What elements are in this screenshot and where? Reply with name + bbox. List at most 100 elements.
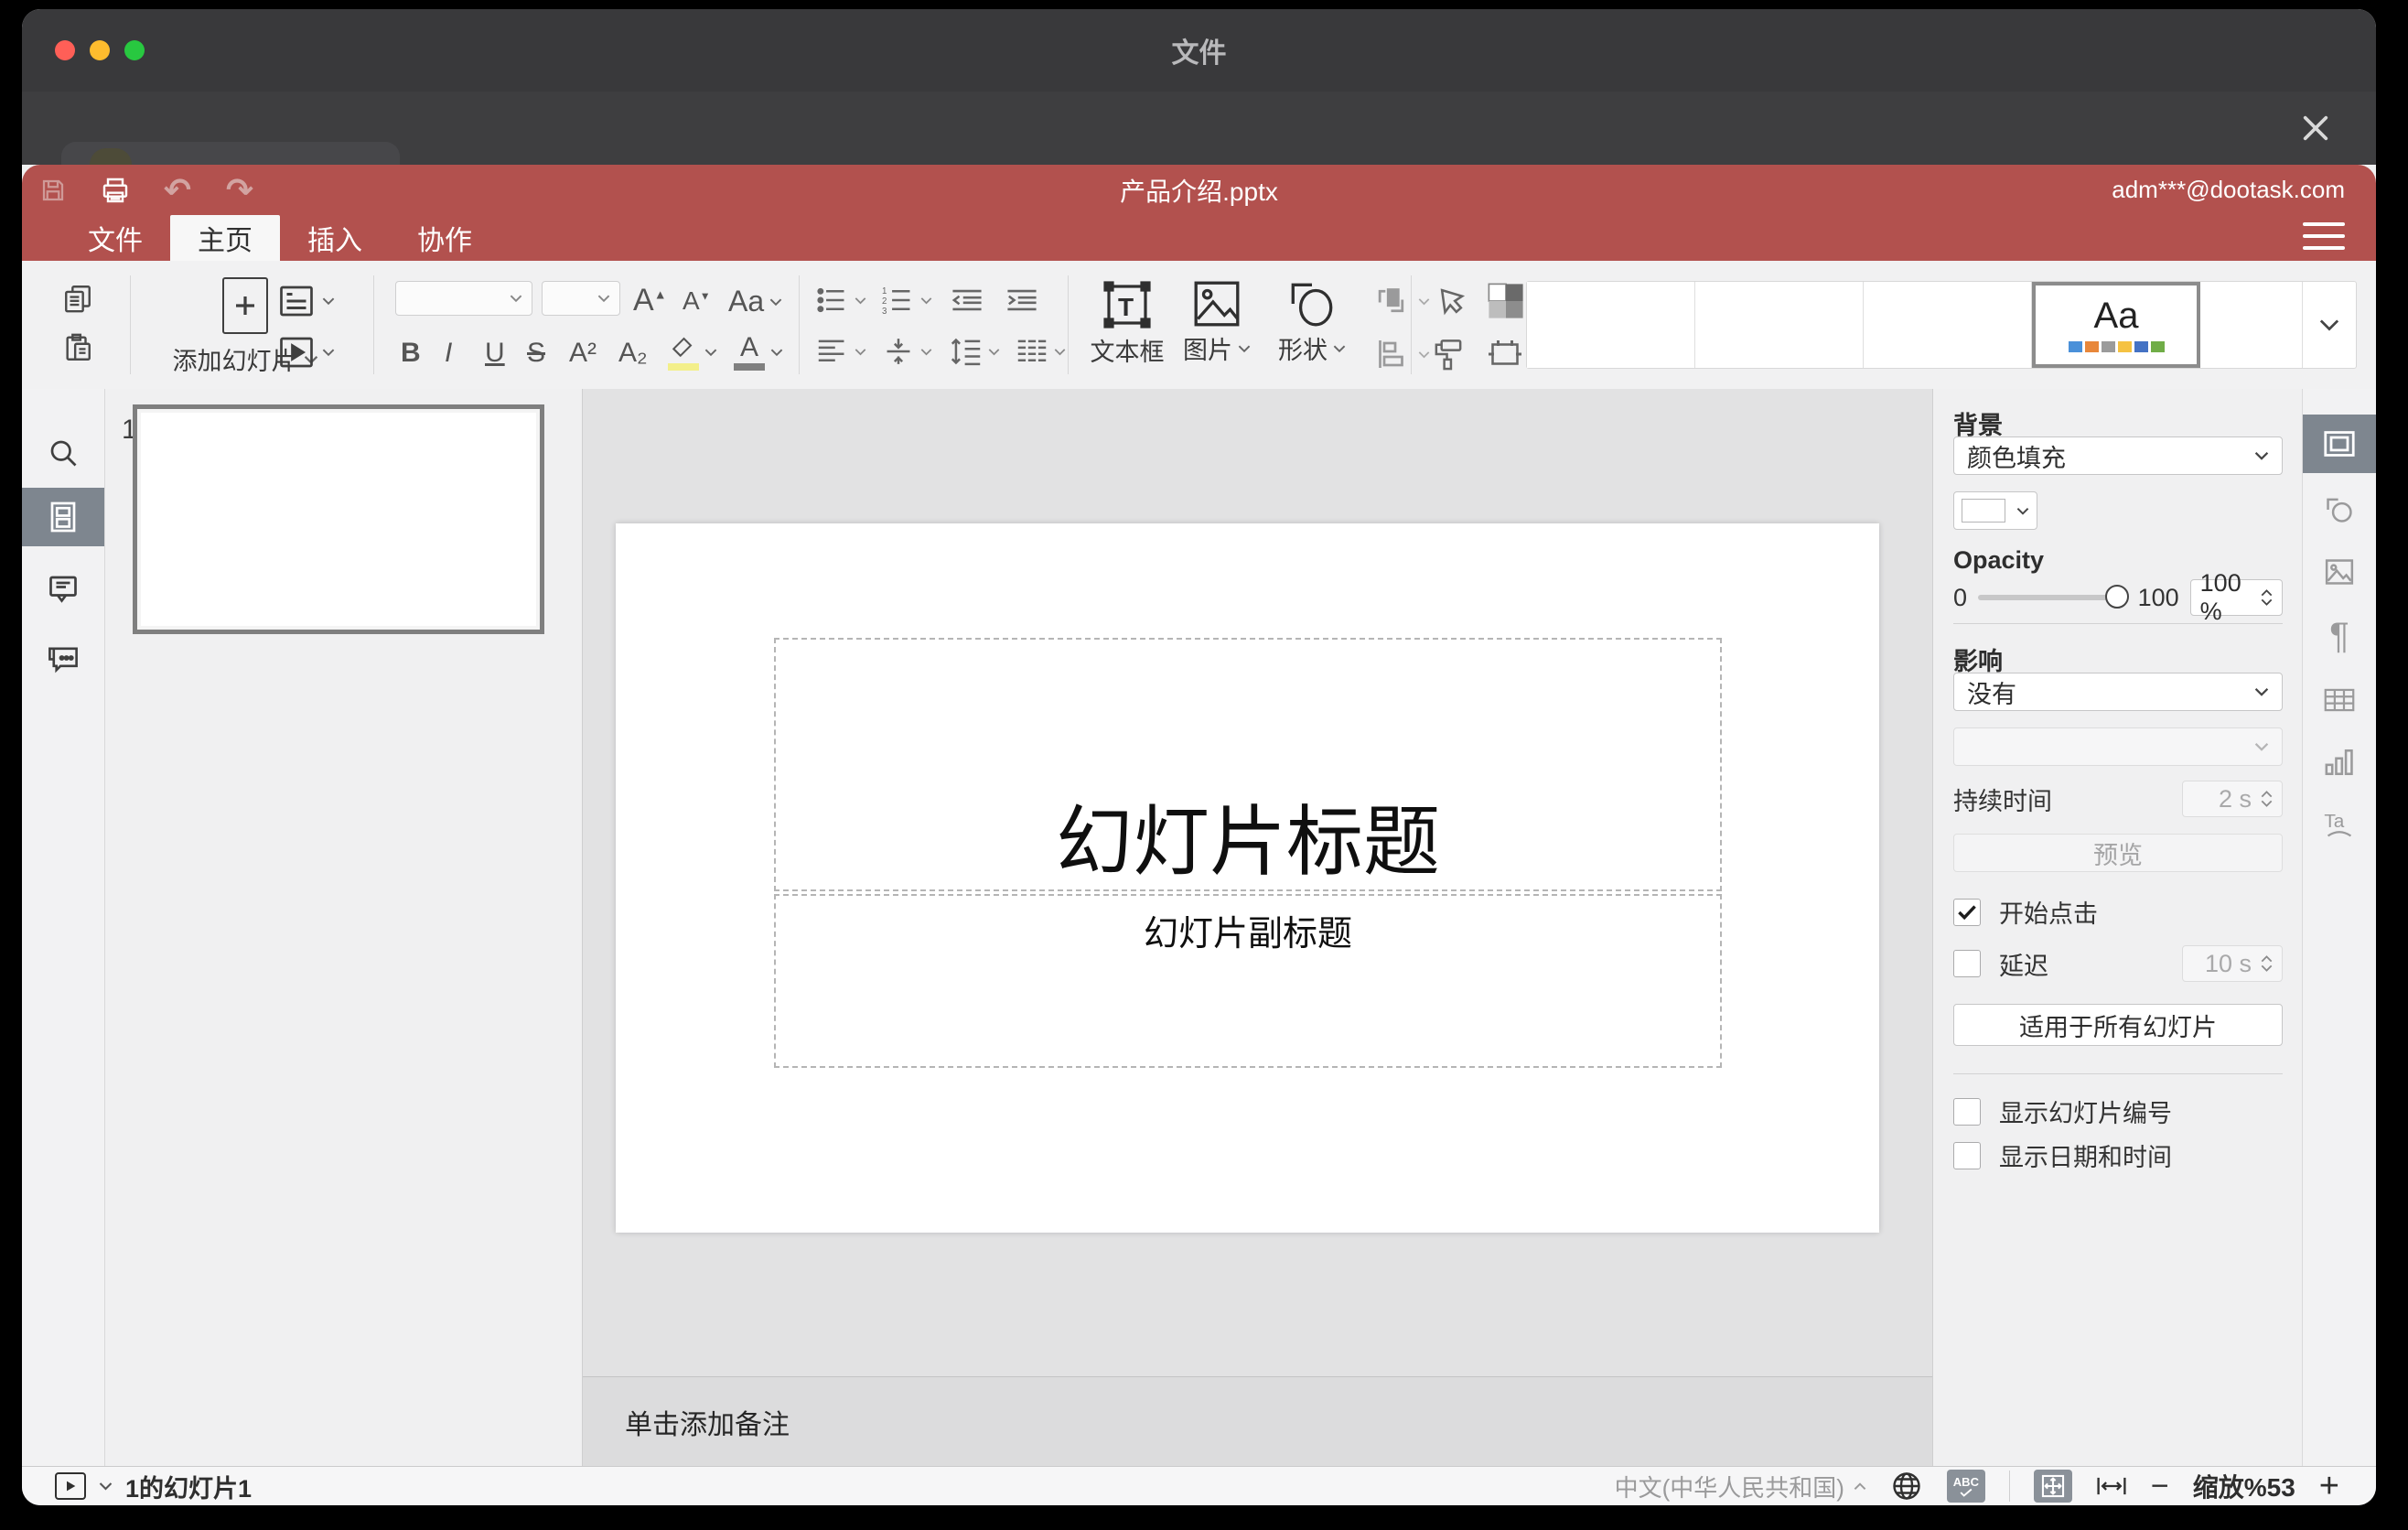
duration-spinner: 2 s [2182, 781, 2283, 817]
zoom-out-button[interactable]: − [2151, 1469, 2169, 1504]
menu-icon[interactable] [2303, 222, 2345, 250]
fit-width-icon[interactable] [2096, 1474, 2127, 1498]
copy-style-icon[interactable] [1431, 338, 1466, 371]
fill-color-picker[interactable] [1953, 491, 2037, 530]
font-size-combo[interactable] [542, 281, 620, 316]
theme-thumbnail[interactable] [1527, 282, 1695, 368]
align-text-button[interactable] [816, 336, 866, 367]
preview-button-label: 预览 [2093, 841, 2143, 869]
change-case-button[interactable]: Aa [728, 285, 782, 318]
slide-settings-icon[interactable] [2303, 415, 2376, 473]
italic-button[interactable]: I [445, 338, 452, 369]
tab-file[interactable]: 文件 [60, 215, 170, 261]
columns-button[interactable] [1016, 336, 1066, 367]
delay-label: 延迟 [1999, 952, 2048, 980]
slide-thumbnails-panel: 1 [105, 389, 583, 1466]
theme-thumbnail[interactable] [1864, 282, 2032, 368]
chart-settings-icon[interactable] [2303, 733, 2376, 792]
notes-area[interactable]: 单击添加备注 [583, 1376, 1932, 1466]
paragraph-settings-icon[interactable]: ¶ [2303, 607, 2376, 665]
tab-home[interactable]: 主页 [170, 215, 280, 261]
tab-collaboration[interactable]: 协作 [390, 215, 500, 261]
theme-thumbnail-selected[interactable]: Aa [2032, 282, 2200, 368]
svg-text:2: 2 [882, 296, 887, 307]
increase-indent-icon[interactable] [1005, 285, 1039, 316]
increase-font-icon[interactable]: A▲ [633, 283, 667, 318]
select-tool-icon[interactable] [1431, 285, 1467, 318]
fit-slide-icon[interactable] [2033, 1470, 2072, 1503]
show-slide-number-checkbox[interactable] [1953, 1097, 1981, 1126]
highlight-color-button[interactable] [668, 334, 717, 371]
copy-icon[interactable] [62, 283, 93, 314]
tab-insert[interactable]: 插入 [280, 215, 390, 261]
fill-type-select[interactable]: 颜色填充 [1953, 436, 2283, 475]
textbox-button[interactable]: T 文本框 [1083, 277, 1171, 368]
underline-button[interactable]: U [485, 338, 505, 369]
opacity-slider-thumb[interactable] [2104, 585, 2129, 609]
duration-label: 持续时间 [1953, 787, 2052, 815]
delay-checkbox[interactable] [1953, 950, 1981, 977]
left-toolbar-strip [22, 389, 105, 1466]
fill-color-swatch [1962, 499, 2005, 523]
slide-canvas[interactable]: 幻灯片标题 幻灯片副标题 [616, 523, 1879, 1233]
chat-icon[interactable] [22, 629, 104, 687]
title-placeholder[interactable]: 幻灯片标题 [774, 638, 1722, 891]
comments-icon[interactable] [22, 559, 104, 618]
show-date-row: 显示日期和时间 [1953, 1137, 2283, 1173]
subtitle-placeholder[interactable]: 幻灯片副标题 [774, 894, 1722, 1068]
shape-button[interactable]: 形状 [1266, 277, 1358, 366]
delay-spinner: 10 s [2182, 945, 2283, 982]
status-bar: 1的幻灯片1 中文(中华人民共和国) ABC − 缩放%53 + [22, 1466, 2376, 1505]
effect-select[interactable]: 没有 [1953, 673, 2283, 711]
language-selector[interactable]: 中文(中华人民共和国) [1615, 1470, 1866, 1503]
zoom-level-label: 缩放%53 [2192, 1473, 2295, 1502]
show-date-checkbox[interactable] [1953, 1141, 1981, 1169]
image-button[interactable]: 图片 [1171, 277, 1263, 366]
decrease-indent-icon[interactable] [950, 285, 984, 316]
svg-text:Ta: Ta [2324, 811, 2344, 832]
start-slideshow-status-icon[interactable] [55, 1472, 86, 1500]
slides-panel-icon[interactable] [22, 488, 104, 546]
font-name-combo[interactable] [395, 281, 532, 316]
vertical-align-button[interactable] [882, 336, 932, 367]
paste-icon[interactable] [62, 332, 93, 363]
subscript-button[interactable]: A₂ [618, 338, 648, 369]
slide-thumbnail[interactable] [133, 404, 544, 634]
theme-thumbnail[interactable] [1695, 282, 1864, 368]
start-slideshow-button[interactable] [278, 336, 335, 369]
bold-button[interactable]: B [401, 338, 421, 369]
strikethrough-button[interactable]: S [527, 338, 545, 369]
screen: 文件 ↶ ↷ 产品介绍.pptx adm***@dootask.com 文件 主… [0, 0, 2408, 1530]
slide-layout-button[interactable] [278, 285, 335, 318]
image-settings-icon[interactable] [2303, 543, 2376, 601]
fill-type-value: 颜色填充 [1967, 444, 2066, 472]
opacity-spinner[interactable]: 100 % [2189, 569, 2283, 625]
opacity-slider[interactable] [1978, 585, 2129, 609]
slide-title-text: 幻灯片标题 [1055, 798, 1440, 885]
account-email: adm***@dootask.com [2112, 176, 2345, 203]
shape-settings-icon[interactable] [2303, 480, 2376, 539]
arrange-shape-button[interactable] [1374, 283, 1430, 319]
textart-settings-icon[interactable]: Ta [2303, 795, 2376, 854]
line-spacing-button[interactable] [950, 336, 1000, 367]
globe-icon[interactable] [1890, 1470, 1923, 1503]
toolbar: 添加幻灯片 A▲ A▼ Aa B I U S A² A₂ A 1 2 3 T 文… [22, 261, 2376, 389]
editing-canvas[interactable]: 幻灯片标题 幻灯片副标题 单击添加备注 [583, 389, 1932, 1466]
search-icon[interactable] [22, 424, 104, 482]
font-color-button[interactable]: A [734, 334, 783, 371]
close-icon[interactable] [2292, 104, 2339, 152]
table-settings-icon[interactable] [2303, 671, 2376, 729]
show-date-label: 显示日期和时间 [1999, 1144, 2172, 1171]
zoom-in-button[interactable]: + [2319, 1467, 2339, 1506]
align-shape-button[interactable] [1374, 338, 1430, 371]
add-slide-icon[interactable] [222, 277, 268, 334]
spellcheck-icon[interactable]: ABC [1946, 1470, 1985, 1503]
theme-thumbnail[interactable] [2200, 282, 2303, 368]
numbering-button[interactable]: 123 [882, 285, 932, 316]
superscript-button[interactable]: A² [569, 338, 597, 369]
apply-to-all-button[interactable]: 适用于所有幻灯片 [1953, 1004, 2283, 1046]
start-click-checkbox[interactable] [1953, 898, 1981, 926]
theme-gallery-expand-icon[interactable] [2303, 282, 2356, 368]
decrease-font-icon[interactable]: A▼ [683, 286, 711, 316]
bullets-button[interactable] [816, 285, 866, 316]
